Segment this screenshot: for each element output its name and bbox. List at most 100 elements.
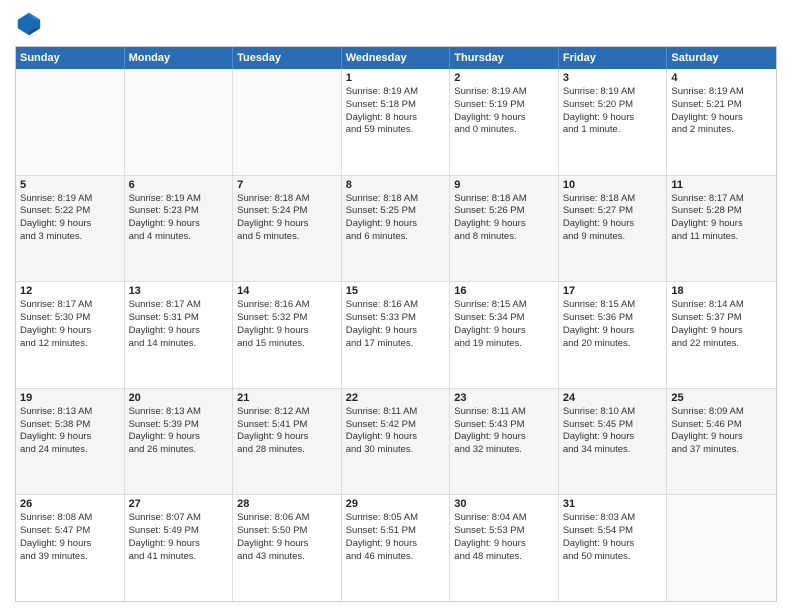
calendar-cell: 10 Sunrise: 8:18 AMSunset: 5:27 PMDayligh…: [559, 176, 668, 282]
day-number: 11: [671, 179, 772, 191]
day-number: 14: [237, 285, 337, 297]
day-number: 6: [129, 179, 229, 191]
calendar-cell: 21 Sunrise: 8:12 AMSunset: 5:41 PMDayligh…: [233, 389, 342, 495]
day-number: 7: [237, 179, 337, 191]
day-number: 16: [454, 285, 554, 297]
cell-content: Sunrise: 8:16 AMSunset: 5:33 PMDaylight:…: [346, 299, 446, 350]
calendar-cell: 1 Sunrise: 8:19 AMSunset: 5:18 PMDaylight…: [342, 69, 451, 175]
day-number: 29: [346, 498, 446, 510]
calendar-cell: 18 Sunrise: 8:14 AMSunset: 5:37 PMDayligh…: [667, 282, 776, 388]
day-number: 20: [129, 392, 229, 404]
cell-content: Sunrise: 8:11 AMSunset: 5:43 PMDaylight:…: [454, 406, 554, 457]
day-number: 9: [454, 179, 554, 191]
calendar-cell: 28 Sunrise: 8:06 AMSunset: 5:50 PMDayligh…: [233, 495, 342, 601]
header: [15, 10, 777, 38]
day-number: 21: [237, 392, 337, 404]
calendar-header: SundayMondayTuesdayWednesdayThursdayFrid…: [16, 47, 776, 69]
cell-content: Sunrise: 8:07 AMSunset: 5:49 PMDaylight:…: [129, 512, 229, 563]
calendar-cell: 11 Sunrise: 8:17 AMSunset: 5:28 PMDayligh…: [667, 176, 776, 282]
cell-content: Sunrise: 8:13 AMSunset: 5:39 PMDaylight:…: [129, 406, 229, 457]
calendar-row: 12Sunrise: 8:17 AMSunset: 5:30 PMDayligh…: [16, 282, 776, 389]
cell-content: Sunrise: 8:19 AMSunset: 5:18 PMDaylight:…: [346, 86, 446, 137]
cell-content: Sunrise: 8:09 AMSunset: 5:46 PMDaylight:…: [671, 406, 772, 457]
calendar-cell: 27 Sunrise: 8:07 AMSunset: 5:49 PMDayligh…: [125, 495, 234, 601]
day-number: 17: [563, 285, 663, 297]
calendar-cell: 25 Sunrise: 8:09 AMSunset: 5:46 PMDayligh…: [667, 389, 776, 495]
cell-content: Sunrise: 8:18 AMSunset: 5:25 PMDaylight:…: [346, 193, 446, 244]
day-number: 2: [454, 72, 554, 84]
day-number: 25: [671, 392, 772, 404]
calendar-cell: 13Sunrise: 8:17 AMSunset: 5:31 PMDayligh…: [125, 282, 234, 388]
calendar-cell: [233, 69, 342, 175]
day-number: 30: [454, 498, 554, 510]
calendar-cell: 26 Sunrise: 8:08 AMSunset: 5:47 PMDayligh…: [16, 495, 125, 601]
calendar-cell: 24Sunrise: 8:10 AMSunset: 5:45 PMDayligh…: [559, 389, 668, 495]
calendar-cell: [125, 69, 234, 175]
cell-content: Sunrise: 8:19 AMSunset: 5:20 PMDaylight:…: [563, 86, 663, 137]
day-number: 18: [671, 285, 772, 297]
header-day-sunday: Sunday: [16, 47, 125, 69]
logo: [15, 10, 47, 38]
day-number: 22: [346, 392, 446, 404]
day-number: 31: [563, 498, 663, 510]
header-day-thursday: Thursday: [450, 47, 559, 69]
cell-content: Sunrise: 8:05 AMSunset: 5:51 PMDaylight:…: [346, 512, 446, 563]
day-number: 27: [129, 498, 229, 510]
calendar-cell: 7 Sunrise: 8:18 AMSunset: 5:24 PMDaylight…: [233, 176, 342, 282]
day-number: 4: [671, 72, 772, 84]
cell-content: Sunrise: 8:08 AMSunset: 5:47 PMDaylight:…: [20, 512, 120, 563]
calendar-cell: 20 Sunrise: 8:13 AMSunset: 5:39 PMDayligh…: [125, 389, 234, 495]
cell-content: Sunrise: 8:19 AMSunset: 5:23 PMDaylight:…: [129, 193, 229, 244]
calendar-cell: [667, 495, 776, 601]
cell-content: Sunrise: 8:10 AMSunset: 5:45 PMDaylight:…: [563, 406, 663, 457]
day-number: 15: [346, 285, 446, 297]
calendar-cell: 22Sunrise: 8:11 AMSunset: 5:42 PMDayligh…: [342, 389, 451, 495]
cell-content: Sunrise: 8:18 AMSunset: 5:26 PMDaylight:…: [454, 193, 554, 244]
cell-content: Sunrise: 8:03 AMSunset: 5:54 PMDaylight:…: [563, 512, 663, 563]
calendar-cell: 14 Sunrise: 8:16 AMSunset: 5:32 PMDayligh…: [233, 282, 342, 388]
day-number: 1: [346, 72, 446, 84]
calendar-cell: 9 Sunrise: 8:18 AMSunset: 5:26 PMDaylight…: [450, 176, 559, 282]
cell-content: Sunrise: 8:15 AMSunset: 5:36 PMDaylight:…: [563, 299, 663, 350]
calendar-cell: 30Sunrise: 8:04 AMSunset: 5:53 PMDayligh…: [450, 495, 559, 601]
cell-content: Sunrise: 8:19 AMSunset: 5:19 PMDaylight:…: [454, 86, 554, 137]
cell-content: Sunrise: 8:14 AMSunset: 5:37 PMDaylight:…: [671, 299, 772, 350]
day-number: 13: [129, 285, 229, 297]
calendar-cell: 31 Sunrise: 8:03 AMSunset: 5:54 PMDayligh…: [559, 495, 668, 601]
calendar-cell: 3 Sunrise: 8:19 AMSunset: 5:20 PMDaylight…: [559, 69, 668, 175]
calendar-cell: 23 Sunrise: 8:11 AMSunset: 5:43 PMDayligh…: [450, 389, 559, 495]
cell-content: Sunrise: 8:15 AMSunset: 5:34 PMDaylight:…: [454, 299, 554, 350]
calendar-cell: [16, 69, 125, 175]
day-number: 23: [454, 392, 554, 404]
header-day-wednesday: Wednesday: [342, 47, 451, 69]
header-day-friday: Friday: [559, 47, 668, 69]
cell-content: Sunrise: 8:06 AMSunset: 5:50 PMDaylight:…: [237, 512, 337, 563]
calendar-cell: 16 Sunrise: 8:15 AMSunset: 5:34 PMDayligh…: [450, 282, 559, 388]
cell-content: Sunrise: 8:19 AMSunset: 5:22 PMDaylight:…: [20, 193, 120, 244]
calendar-cell: 17 Sunrise: 8:15 AMSunset: 5:36 PMDayligh…: [559, 282, 668, 388]
cell-content: Sunrise: 8:17 AMSunset: 5:30 PMDaylight:…: [20, 299, 120, 350]
calendar-body: 1 Sunrise: 8:19 AMSunset: 5:18 PMDaylight…: [16, 69, 776, 601]
cell-content: Sunrise: 8:16 AMSunset: 5:32 PMDaylight:…: [237, 299, 337, 350]
calendar-cell: 29 Sunrise: 8:05 AMSunset: 5:51 PMDayligh…: [342, 495, 451, 601]
logo-icon: [15, 10, 43, 38]
calendar-row: 1 Sunrise: 8:19 AMSunset: 5:18 PMDaylight…: [16, 69, 776, 176]
calendar-cell: 2 Sunrise: 8:19 AMSunset: 5:19 PMDaylight…: [450, 69, 559, 175]
calendar-row: 5Sunrise: 8:19 AMSunset: 5:22 PMDaylight…: [16, 176, 776, 283]
day-number: 3: [563, 72, 663, 84]
calendar-cell: 4Sunrise: 8:19 AMSunset: 5:21 PMDaylight…: [667, 69, 776, 175]
cell-content: Sunrise: 8:17 AMSunset: 5:28 PMDaylight:…: [671, 193, 772, 244]
cell-content: Sunrise: 8:18 AMSunset: 5:27 PMDaylight:…: [563, 193, 663, 244]
calendar-row: 19Sunrise: 8:13 AMSunset: 5:38 PMDayligh…: [16, 389, 776, 496]
cell-content: Sunrise: 8:18 AMSunset: 5:24 PMDaylight:…: [237, 193, 337, 244]
calendar-cell: 12Sunrise: 8:17 AMSunset: 5:30 PMDayligh…: [16, 282, 125, 388]
calendar-row: 26 Sunrise: 8:08 AMSunset: 5:47 PMDayligh…: [16, 495, 776, 601]
calendar-cell: 8Sunrise: 8:18 AMSunset: 5:25 PMDaylight…: [342, 176, 451, 282]
day-number: 10: [563, 179, 663, 191]
calendar: SundayMondayTuesdayWednesdayThursdayFrid…: [15, 46, 777, 602]
header-day-saturday: Saturday: [667, 47, 776, 69]
day-number: 28: [237, 498, 337, 510]
calendar-cell: 5Sunrise: 8:19 AMSunset: 5:22 PMDaylight…: [16, 176, 125, 282]
cell-content: Sunrise: 8:12 AMSunset: 5:41 PMDaylight:…: [237, 406, 337, 457]
day-number: 26: [20, 498, 120, 510]
